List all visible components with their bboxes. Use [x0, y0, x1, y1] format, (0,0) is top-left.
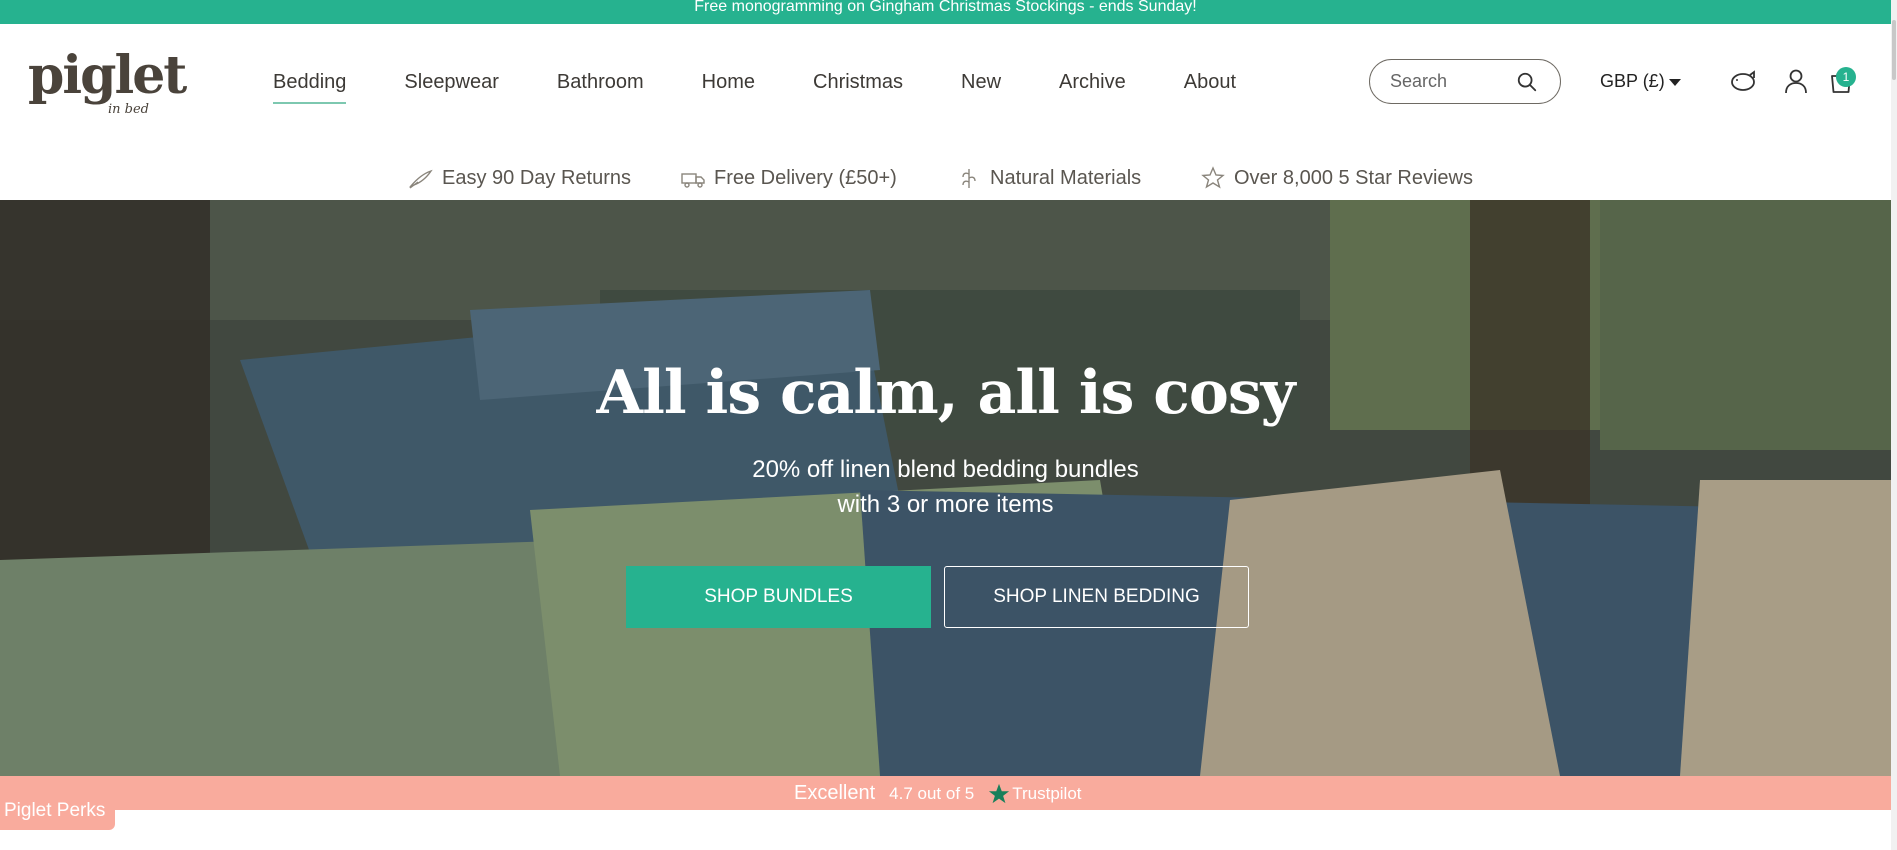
site-header: piglet in bed Bedding Sleepwear Bathroom…: [0, 24, 1891, 200]
hero-subtitle-line-1: 20% off linen blend bedding bundles: [752, 456, 1139, 483]
piglet-perks-label: Piglet Perks: [4, 800, 106, 821]
trustpilot-brand: Trustpilot: [988, 783, 1082, 805]
usp-label: Over 8,000 5 Star Reviews: [1234, 166, 1473, 189]
usp-label: Free Delivery (£50+): [714, 166, 897, 189]
chevron-down-icon: [1668, 78, 1681, 86]
main-nav: Bedding Sleepwear Bathroom Home Christma…: [273, 71, 1294, 104]
search-icon[interactable]: [1516, 71, 1538, 93]
announcement-bar: Free monogramming on Gingham Christmas S…: [0, 0, 1891, 24]
nav-item-about[interactable]: About: [1184, 71, 1236, 104]
hero-title: All is calm, all is cosy: [596, 358, 1296, 428]
usp-label: Natural Materials: [990, 166, 1142, 189]
nav-item-christmas[interactable]: Christmas: [813, 71, 903, 104]
cart-count-badge: 1: [1836, 67, 1856, 87]
usp-delivery: Free Delivery (£50+): [680, 166, 897, 190]
account-icon[interactable]: [1781, 66, 1811, 96]
currency-selector[interactable]: GBP (£): [1600, 71, 1681, 92]
nav-item-bedding[interactable]: Bedding: [273, 71, 347, 104]
usp-reviews: Over 8,000 5 Star Reviews: [1200, 166, 1473, 190]
scrollbar-thumb[interactable]: [1892, 20, 1896, 80]
piglet-perks-tab[interactable]: Piglet Perks: [0, 792, 115, 830]
usp-returns: Easy 90 Day Returns: [408, 166, 631, 190]
nav-item-archive[interactable]: Archive: [1059, 71, 1126, 104]
shop-bundles-button[interactable]: SHOP BUNDLES: [626, 566, 931, 628]
delivery-icon: [681, 173, 705, 188]
hero-banner: All is calm, all is cosy 20% off linen b…: [0, 200, 1891, 776]
trustpilot-bar[interactable]: Excellent 4.7 out of 5 Trustpilot: [0, 776, 1891, 810]
search-input[interactable]: [1390, 71, 1510, 92]
flax-icon: [962, 169, 976, 188]
logo-wordmark: piglet: [28, 45, 187, 106]
trustpilot-brand-label: Trustpilot: [1012, 783, 1082, 803]
piggy-bank-icon[interactable]: [1728, 66, 1758, 96]
hero-subtitle: 20% off linen blend bedding bundles with…: [0, 452, 1891, 522]
page-scrollbar[interactable]: [1891, 0, 1897, 850]
currency-label: GBP (£): [1600, 71, 1665, 91]
trustpilot-rating-word: Excellent: [794, 782, 876, 804]
trustpilot-score: 4.7 out of 5: [889, 783, 975, 803]
nav-item-new[interactable]: New: [961, 71, 1001, 104]
usp-label: Easy 90 Day Returns: [442, 166, 631, 189]
logo-script: in bed: [108, 102, 149, 117]
announcement-text: Free monogramming on Gingham Christmas S…: [694, 0, 1197, 15]
shop-linen-bedding-button[interactable]: SHOP LINEN BEDDING: [944, 566, 1249, 628]
feather-icon: [408, 169, 433, 189]
nav-item-sleepwear[interactable]: Sleepwear: [404, 71, 499, 104]
trustpilot-widget: Excellent 4.7 out of 5 Trustpilot: [794, 782, 1082, 805]
nav-item-bathroom[interactable]: Bathroom: [557, 71, 644, 104]
star-icon: [1201, 166, 1225, 189]
usp-row: Easy 90 Day Returns Free Delivery (£50+)…: [0, 154, 1891, 200]
nav-item-home[interactable]: Home: [702, 71, 755, 104]
logo[interactable]: piglet in bed: [28, 45, 187, 136]
trustpilot-star-icon: [989, 783, 1010, 803]
hero-subtitle-line-2: with 3 or more items: [837, 491, 1054, 518]
search-box[interactable]: [1369, 59, 1561, 104]
usp-materials: Natural Materials: [956, 166, 1141, 190]
